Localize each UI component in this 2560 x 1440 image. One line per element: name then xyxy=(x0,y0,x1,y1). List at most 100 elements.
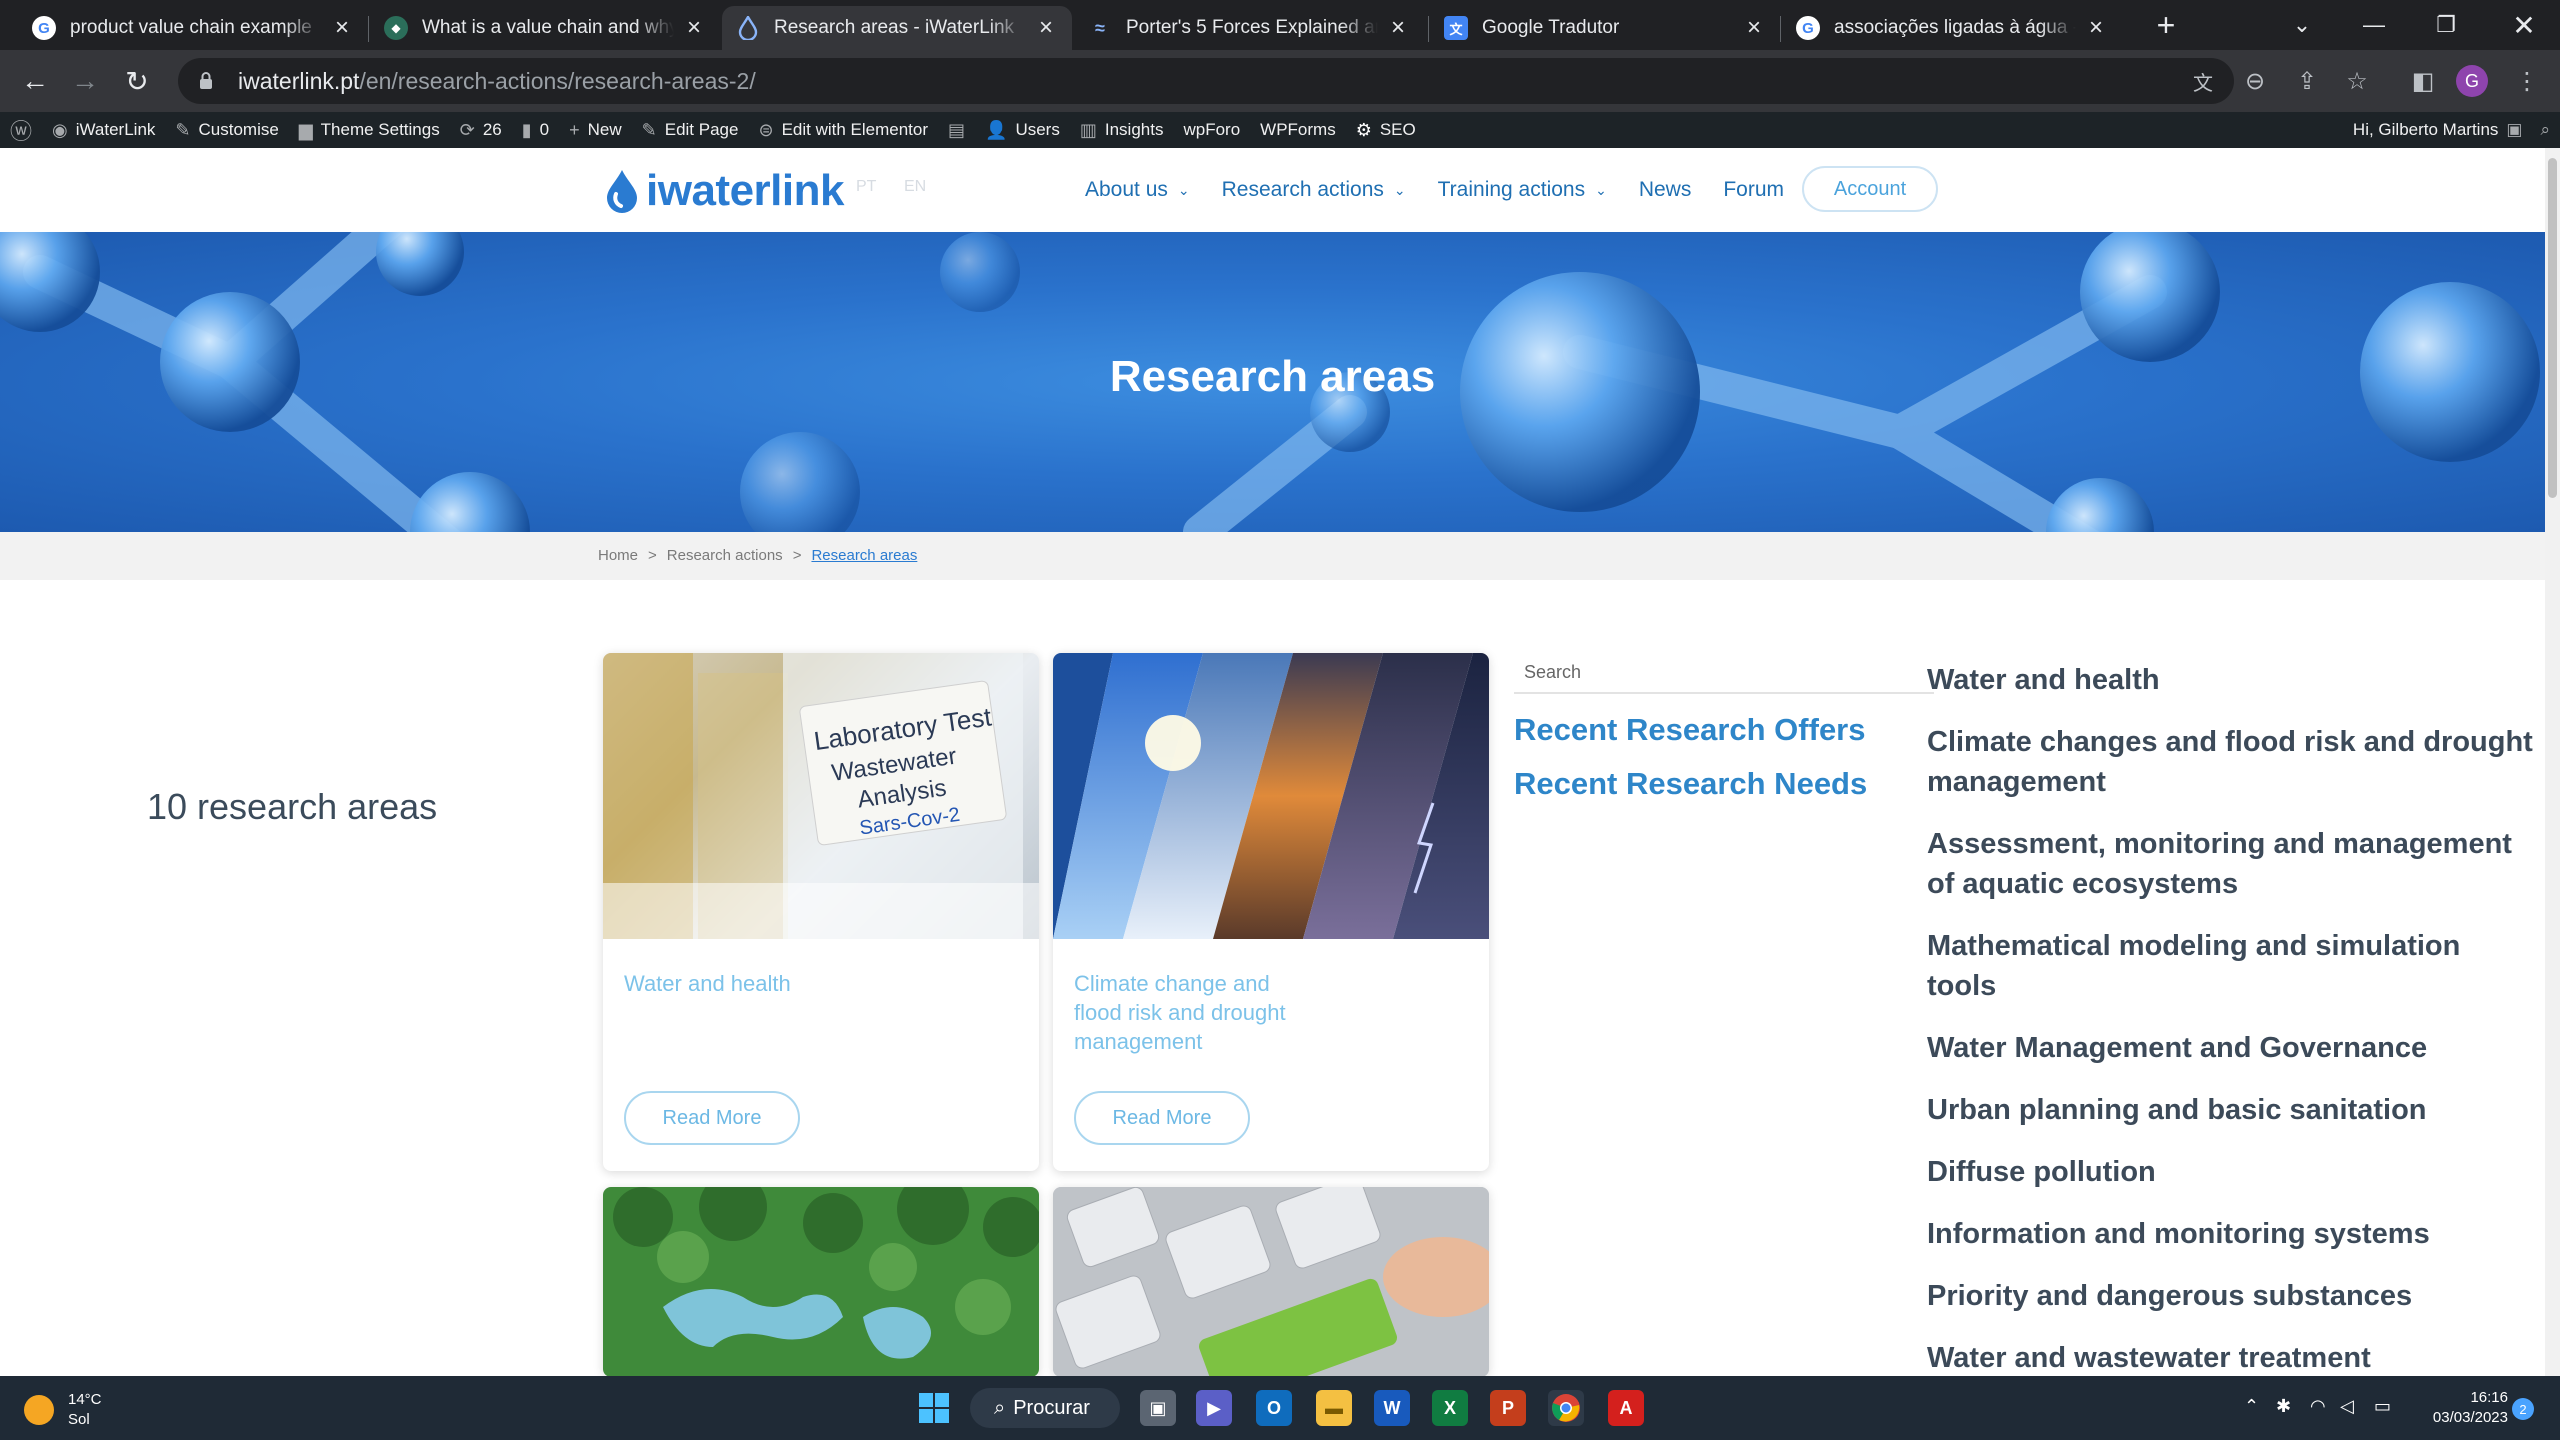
wp-greeting[interactable]: Hi, Gilberto Martins xyxy=(2353,120,2498,140)
lang-pt[interactable]: PT xyxy=(856,178,876,196)
tab-value-chain[interactable]: ◆ What is a value chain and why × xyxy=(370,6,720,50)
wp-wpforms[interactable]: WPForms xyxy=(1250,112,1346,148)
outlook-icon[interactable]: O xyxy=(1256,1390,1292,1426)
recent-research-needs-link[interactable]: Recent Research Needs xyxy=(1514,766,1867,802)
area-link[interactable]: Mathematical modeling and simulation too… xyxy=(1927,926,2537,1006)
nav-news[interactable]: News xyxy=(1639,178,1692,202)
back-arrow-icon[interactable]: ← xyxy=(16,62,54,100)
breadcrumb-home[interactable]: Home xyxy=(598,547,638,564)
tab-research-areas[interactable]: Research areas - iWaterLink × xyxy=(722,6,1072,50)
nav-forum[interactable]: Forum xyxy=(1723,178,1784,202)
tab-porters-forces[interactable]: ≈ Porter's 5 Forces Explained an × xyxy=(1074,6,1424,50)
tab-product-value-chain[interactable]: G product value chain example × xyxy=(18,6,368,50)
lang-en[interactable]: EN xyxy=(904,178,926,196)
tab-associacoes[interactable]: G associações ligadas à água - I × xyxy=(1782,6,2122,50)
research-card-4[interactable] xyxy=(1053,1187,1489,1377)
chrome-icon[interactable] xyxy=(1548,1390,1584,1426)
acrobat-icon[interactable]: A xyxy=(1608,1390,1644,1426)
notification-badge[interactable]: 2 xyxy=(2512,1398,2534,1420)
weather-widget[interactable]: 14°C Sol xyxy=(24,1390,102,1430)
forward-arrow-icon[interactable]: → xyxy=(66,62,104,100)
wp-insights[interactable]: ▥ Insights xyxy=(1070,112,1174,148)
recent-research-offers-link[interactable]: Recent Research Offers xyxy=(1514,712,1866,748)
research-card-3[interactable] xyxy=(603,1187,1039,1377)
start-windows-icon[interactable] xyxy=(916,1390,952,1426)
wp-theme-settings[interactable]: ▆ Theme Settings xyxy=(289,112,450,148)
volume-icon[interactable]: ◁ xyxy=(2340,1396,2354,1417)
wp-customise[interactable]: ✎ Customise xyxy=(165,112,288,148)
wp-users[interactable]: 👤 Users xyxy=(975,112,1070,148)
wp-table-icon-item[interactable]: ▤ xyxy=(938,112,975,148)
area-link[interactable]: Information and monitoring systems xyxy=(1927,1214,2537,1254)
minimize-icon[interactable]: — xyxy=(2338,0,2410,50)
area-link[interactable]: Priority and dangerous substances xyxy=(1927,1276,2537,1316)
powerpoint-icon[interactable]: P xyxy=(1490,1390,1526,1426)
research-card-climate-change[interactable]: Climate change and flood risk and drough… xyxy=(1053,653,1489,1171)
taskbar-search[interactable]: ⌕ Procurar xyxy=(970,1388,1120,1428)
restore-icon[interactable]: ❐ xyxy=(2410,0,2482,50)
kebab-menu-icon[interactable]: ⋮ xyxy=(2508,62,2546,100)
user-avatar-icon[interactable]: ▣ xyxy=(2506,120,2522,140)
wp-site-link[interactable]: ◉ iWaterLink xyxy=(42,112,165,148)
close-icon[interactable]: × xyxy=(1742,14,1766,42)
translate-page-icon[interactable]: 文 xyxy=(2184,62,2222,100)
nav-about-us[interactable]: About us ⌄ xyxy=(1085,178,1190,202)
teams-chat-icon[interactable]: ▶ xyxy=(1196,1390,1232,1426)
area-link[interactable]: Assessment, monitoring and management of… xyxy=(1927,824,2537,904)
clock[interactable]: 16:16 03/03/2023 xyxy=(2412,1388,2508,1428)
tab-search-chevron-icon[interactable]: ⌄ xyxy=(2266,0,2338,50)
share-icon[interactable]: ⇪ xyxy=(2288,62,2326,100)
zoom-icon[interactable]: ⊖ xyxy=(2236,62,2274,100)
window-close-icon[interactable]: ✕ xyxy=(2488,0,2560,50)
chevron-up-icon[interactable]: ⌃ xyxy=(2244,1396,2259,1417)
close-icon[interactable]: × xyxy=(330,14,354,42)
scrollbar-thumb[interactable] xyxy=(2548,158,2557,498)
bookmark-star-icon[interactable]: ☆ xyxy=(2338,62,2376,100)
close-icon[interactable]: × xyxy=(682,14,706,42)
close-icon[interactable]: × xyxy=(2084,14,2108,42)
card-title[interactable]: Water and health xyxy=(624,969,854,998)
wp-new[interactable]: + New xyxy=(559,112,632,148)
breadcrumb-research-actions[interactable]: Research actions xyxy=(667,547,783,564)
wp-seo[interactable]: ⚙ SEO xyxy=(1346,112,1426,148)
close-icon[interactable]: × xyxy=(1034,14,1058,42)
search-icon[interactable]: ⌕ xyxy=(2540,120,2550,140)
wifi-icon[interactable]: ◠ xyxy=(2310,1396,2326,1417)
area-link[interactable]: Water and health xyxy=(1927,660,2537,700)
nav-research-actions[interactable]: Research actions ⌄ xyxy=(1222,178,1406,202)
address-bar[interactable]: iwaterlink.pt/en/research-actions/resear… xyxy=(178,58,2234,104)
bluetooth-icon[interactable]: ✱ xyxy=(2276,1396,2291,1417)
site-logo[interactable]: iwaterlink xyxy=(604,166,844,216)
wp-edit-page[interactable]: ✎ Edit Page xyxy=(632,112,749,148)
close-icon[interactable]: × xyxy=(1386,14,1410,42)
excel-icon[interactable]: X xyxy=(1432,1390,1468,1426)
research-card-water-health[interactable]: Laboratory Test Wastewater Analysis Sars… xyxy=(603,653,1039,1171)
nav-training-actions[interactable]: Training actions ⌄ xyxy=(1438,178,1607,202)
new-tab-button[interactable]: + xyxy=(2148,8,2184,44)
area-link[interactable]: Climate changes and flood risk and droug… xyxy=(1927,722,2537,802)
area-link[interactable]: Diffuse pollution xyxy=(1927,1152,2537,1192)
wp-updates[interactable]: ⟳ 26 xyxy=(450,112,512,148)
area-link[interactable]: Water and wastewater treatment xyxy=(1927,1338,2537,1378)
task-view-icon[interactable]: ▣ xyxy=(1140,1390,1176,1426)
area-link[interactable]: Water Management and Governance xyxy=(1927,1028,2537,1068)
battery-icon[interactable]: ▭ xyxy=(2374,1396,2391,1417)
account-button[interactable]: Account xyxy=(1802,166,1938,212)
word-icon[interactable]: W xyxy=(1374,1390,1410,1426)
reload-icon[interactable]: ↻ xyxy=(118,62,156,100)
read-more-button[interactable]: Read More xyxy=(1074,1091,1250,1145)
profile-avatar[interactable]: G xyxy=(2456,65,2488,97)
side-panel-icon[interactable]: ◧ xyxy=(2404,62,2442,100)
wp-wpforo[interactable]: wpForo xyxy=(1173,112,1250,148)
search-input[interactable]: Search xyxy=(1514,654,1934,694)
wp-comments[interactable]: ▮ 0 xyxy=(512,112,559,148)
wordpress-logo[interactable]: ⓦ xyxy=(0,112,42,148)
page-scrollbar[interactable] xyxy=(2545,148,2560,1376)
area-link[interactable]: Urban planning and basic sanitation xyxy=(1927,1090,2537,1130)
file-explorer-icon[interactable]: ▬ xyxy=(1316,1390,1352,1426)
card-title[interactable]: Climate change and flood risk and drough… xyxy=(1074,969,1304,1056)
read-more-button[interactable]: Read More xyxy=(624,1091,800,1145)
wp-edit-elementor[interactable]: ⊜ Edit with Elementor xyxy=(748,112,938,148)
tab-google-tradutor[interactable]: 文 Google Tradutor × xyxy=(1430,6,1780,50)
breadcrumb-current[interactable]: Research areas xyxy=(811,547,917,564)
